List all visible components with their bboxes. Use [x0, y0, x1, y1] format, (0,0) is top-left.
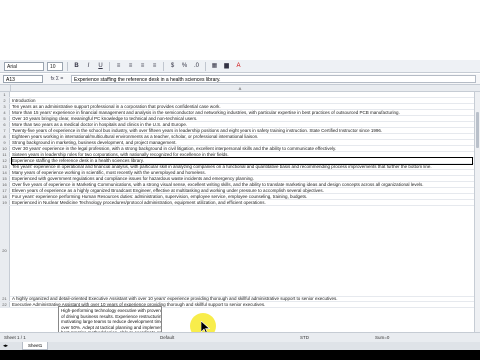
scrollbar-thumb[interactable] — [476, 112, 479, 148]
row-number[interactable]: 18 — [0, 194, 10, 199]
edit-line: High-performing technology executive wit… — [61, 308, 161, 313]
sum-readout: Sum=0 — [375, 335, 390, 340]
row-number[interactable]: 16 — [0, 182, 10, 187]
status-bar: Sheet 1 / 1 Default STD Sum=0 — [0, 332, 480, 342]
row-number[interactable]: 21 — [0, 296, 10, 301]
row-number[interactable]: 19 — [0, 200, 10, 205]
sheet-indicator: Sheet 1 / 1 — [4, 335, 26, 340]
function-wizard-icon[interactable]: fx Σ = — [43, 76, 71, 82]
borders-icon[interactable]: ▦ — [210, 62, 219, 71]
row-number[interactable]: 8 — [0, 134, 10, 139]
table-row-tall[interactable]: 20 — [0, 206, 474, 297]
row-number[interactable]: 7 — [0, 128, 10, 133]
row-number[interactable]: 9 — [0, 140, 10, 145]
row-number[interactable]: 6 — [0, 122, 10, 127]
column-headers: A — [0, 85, 480, 92]
underline-button[interactable]: U — [96, 62, 105, 71]
row-number[interactable]: 2 — [0, 98, 10, 103]
column-header-a[interactable]: A — [10, 85, 470, 92]
toolbar-separator — [67, 61, 68, 71]
row-number[interactable]: 10 — [0, 146, 10, 151]
row-number[interactable]: 4 — [0, 110, 10, 115]
bottom-letterbox — [0, 350, 480, 360]
italic-button[interactable]: I — [84, 62, 93, 71]
align-left-icon[interactable]: ≡ — [114, 62, 123, 71]
row-number[interactable]: 22 — [0, 302, 10, 307]
currency-icon[interactable]: $ — [168, 62, 177, 71]
row-number[interactable]: 13 — [0, 164, 10, 169]
name-box[interactable]: A13 — [3, 75, 43, 83]
row-number[interactable]: 1 — [0, 92, 10, 97]
font-name-combo[interactable]: Arial — [4, 61, 44, 71]
decimal-icon[interactable]: .0 — [192, 62, 201, 71]
font-size-combo[interactable]: 10 — [47, 61, 63, 71]
row-number[interactable]: 20 — [0, 206, 10, 296]
row-number[interactable]: 12 — [0, 158, 10, 163]
row-number[interactable]: 17 — [0, 188, 10, 193]
percent-icon[interactable]: % — [180, 62, 189, 71]
row-number[interactable]: 14 — [0, 170, 10, 175]
selection-mode[interactable]: STD — [300, 333, 309, 342]
formula-bar: A13 fx Σ = Experience staffing the refer… — [0, 74, 480, 85]
align-right-icon[interactable]: ≡ — [138, 62, 147, 71]
align-center-icon[interactable]: ≡ — [126, 62, 135, 71]
row-number[interactable]: 15 — [0, 176, 10, 181]
justify-icon[interactable]: ≡ — [150, 62, 159, 71]
row-number[interactable]: 3 — [0, 104, 10, 109]
tab-nav-arrows-icon[interactable]: ◂▸ — [3, 342, 8, 350]
sheet-tab-bar: ◂▸ Sheet1 — [0, 342, 480, 350]
vertical-scrollbar[interactable] — [474, 92, 480, 332]
spreadsheet-window: Arial 10 B I U ≡ ≡ ≡ ≡ $ % .0 ▦ ▆ A A13 … — [0, 0, 480, 360]
edit-line: motivating large teams to reduce develop… — [61, 319, 162, 324]
cell-grid[interactable]: 1 2 Introduction 3 Ten years as an adminis… — [0, 92, 480, 332]
formula-input[interactable]: Experience staffing the reference desk i… — [71, 75, 476, 83]
background-color-icon[interactable]: ▆ — [222, 62, 231, 71]
toolbar-separator — [205, 61, 206, 71]
toolbar-separator — [163, 61, 164, 71]
row-number[interactable]: 11 — [0, 152, 10, 157]
font-color-icon[interactable]: A — [234, 62, 243, 71]
row-number[interactable]: 5 — [0, 116, 10, 121]
tab-sheet1[interactable]: Sheet1 — [22, 342, 49, 350]
bold-button[interactable]: B — [72, 62, 81, 71]
toolbar-separator — [109, 61, 110, 71]
page-style: Default — [160, 335, 175, 340]
formatting-toolbar: Arial 10 B I U ≡ ≡ ≡ ≡ $ % .0 ▦ ▆ A — [0, 60, 480, 73]
